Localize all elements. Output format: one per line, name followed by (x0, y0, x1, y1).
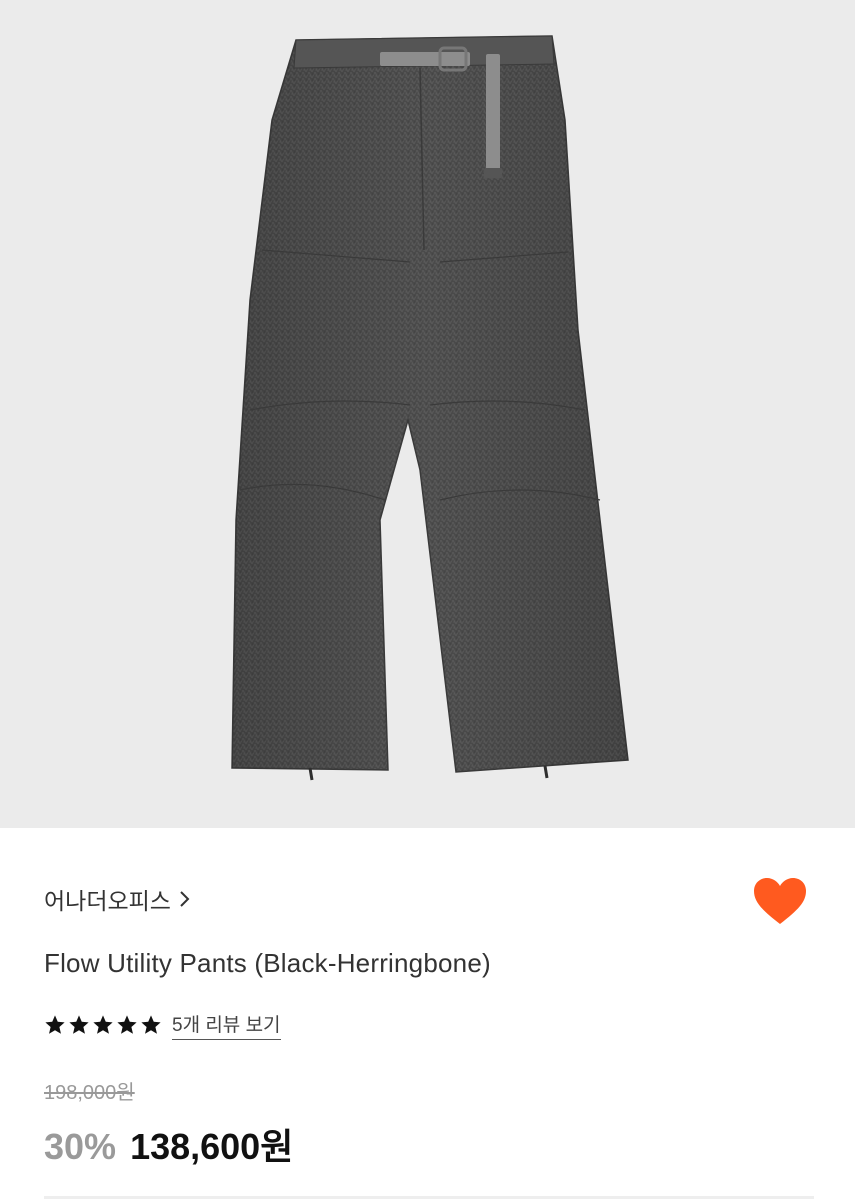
product-image[interactable] (0, 0, 855, 828)
original-price: 198,000원 (44, 1082, 135, 1104)
rating-row: 5개 리뷰 보기 (44, 1010, 281, 1040)
star-icon (69, 1015, 89, 1034)
divider (44, 1196, 814, 1199)
price-row: 30% 138,600원 (44, 1118, 293, 1170)
brand-name: 어나더오피스 (44, 888, 171, 914)
star-icon (93, 1015, 113, 1034)
brand-link[interactable]: 어나더오피스 (44, 882, 191, 916)
star-icon (141, 1015, 161, 1034)
sale-price: 138,600원 (130, 1126, 294, 1167)
product-title: Flow Utility Pants (Black-Herringbone) (44, 948, 491, 978)
review-link[interactable]: 5개 리뷰 보기 (172, 1010, 281, 1040)
discount-rate: 30% (44, 1126, 117, 1167)
product-info: 어나더오피스 Flow Utility Pants (Black-Herring… (0, 828, 855, 1200)
chevron-right-icon (180, 891, 190, 907)
star-icon (45, 1015, 65, 1034)
pants-illustration (231, 35, 629, 781)
star-icon (117, 1015, 137, 1034)
heart-icon[interactable] (752, 876, 808, 926)
star-rating (44, 1014, 162, 1036)
